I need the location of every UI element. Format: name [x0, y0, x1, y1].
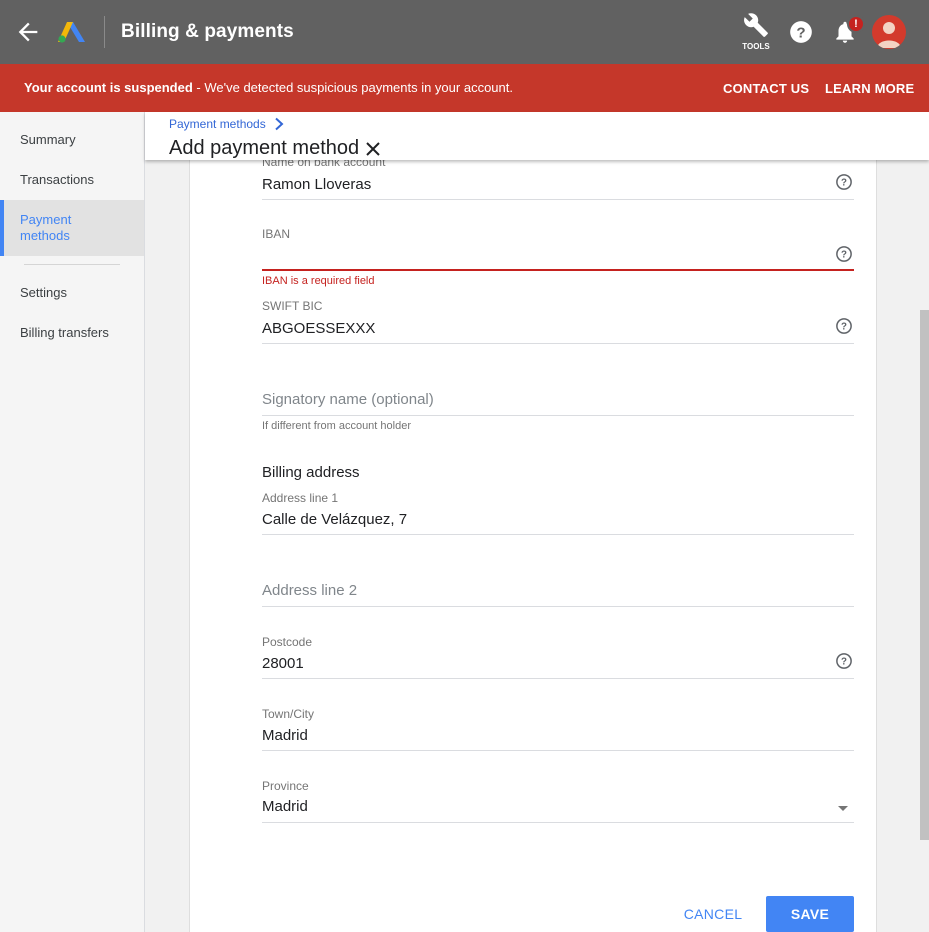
postcode-label: Postcode	[262, 635, 313, 649]
banner-bold-text: Your account is suspended	[24, 80, 193, 95]
billing-address-title: Billing address	[262, 464, 360, 481]
banner-message: Your account is suspended - We've detect…	[24, 80, 513, 95]
save-button[interactable]: SAVE	[766, 896, 854, 932]
wrench-icon	[744, 13, 768, 37]
sidebar: Summary Transactions Payment methods Set…	[0, 112, 145, 932]
divider	[104, 16, 105, 48]
sidebar-item-transactions[interactable]: Transactions	[0, 172, 144, 188]
google-ads-logo	[58, 22, 85, 43]
scrollbar-thumb[interactable]	[920, 310, 929, 840]
svg-text:?: ?	[796, 24, 805, 41]
swift-bic-value: ABGOESSEXXX	[262, 320, 376, 337]
province-label: Province	[262, 779, 309, 793]
town-city-underline	[262, 750, 854, 751]
address-line-1-value: Calle de Velázquez, 7	[262, 511, 408, 528]
signatory-name-placeholder: Signatory name (optional)	[262, 391, 434, 408]
signatory-name-underline	[262, 415, 854, 416]
notification-badge: !	[847, 15, 865, 33]
app-title: Billing & payments	[121, 21, 294, 42]
bank-account-name-value: Ramon Lloveras	[262, 176, 372, 193]
sidebar-item-settings[interactable]: Settings	[0, 285, 144, 301]
tools-label: TOOLS	[742, 42, 770, 51]
svg-text:?: ?	[841, 249, 847, 260]
suspension-banner: Your account is suspended - We've detect…	[0, 64, 929, 112]
postcode-value: 28001	[262, 655, 304, 672]
address-line-1-underline	[262, 534, 854, 535]
province-underline	[262, 822, 854, 823]
contact-us-button[interactable]: CONTACT US	[723, 81, 809, 96]
user-avatar-icon	[877, 22, 901, 48]
banner-text: - We've detected suspicious payments in …	[192, 80, 513, 95]
swift-bic-underline	[262, 343, 854, 344]
bank-account-name-underline	[262, 199, 854, 200]
sidebar-item-payment-methods[interactable]: Payment methods	[0, 200, 144, 256]
iban-error-message: IBAN is a required field	[262, 275, 375, 287]
help-circle-icon[interactable]: ?	[835, 245, 853, 263]
iban-label: IBAN	[262, 227, 291, 241]
top-app-bar: Billing & payments TOOLS ? !	[0, 0, 929, 64]
address-line-1-label: Address line 1	[262, 491, 339, 505]
help-circle-icon[interactable]: ?	[835, 317, 853, 335]
help-circle-icon[interactable]: ?	[835, 173, 853, 191]
town-city-value: Madrid	[262, 727, 308, 744]
postcode-underline	[262, 678, 854, 679]
sidebar-divider	[24, 264, 120, 265]
dropdown-arrow-icon[interactable]	[838, 806, 848, 811]
sidebar-item-billing-transfers[interactable]: Billing transfers	[0, 325, 144, 341]
province-value: Madrid	[262, 798, 308, 815]
iban-underline-error	[262, 269, 854, 271]
help-icon[interactable]: ?	[788, 19, 814, 45]
page-header: Payment methods Add payment method	[145, 112, 929, 160]
close-icon[interactable]	[364, 140, 382, 158]
town-city-label: Town/City	[262, 707, 315, 721]
page-title: Add payment method	[169, 137, 360, 159]
svg-text:?: ?	[841, 656, 847, 667]
chevron-right-icon	[275, 117, 284, 131]
address-line-2-placeholder: Address line 2	[262, 582, 358, 599]
help-circle-icon[interactable]: ?	[835, 652, 853, 670]
arrow-back-icon[interactable]	[14, 18, 42, 46]
address-line-2-underline	[262, 606, 854, 607]
signatory-name-hint: If different from account holder	[262, 420, 411, 432]
tools-button[interactable]: TOOLS	[740, 12, 772, 52]
sidebar-item-summary[interactable]: Summary	[0, 132, 144, 148]
breadcrumb[interactable]: Payment methods	[169, 117, 266, 131]
swift-bic-label: SWIFT BIC	[262, 299, 323, 313]
svg-text:?: ?	[841, 321, 847, 332]
svg-text:?: ?	[841, 177, 847, 188]
form-card: Name on bank account Ramon Lloveras ? IB…	[189, 150, 877, 932]
learn-more-button[interactable]: LEARN MORE	[825, 81, 914, 96]
avatar[interactable]	[872, 15, 906, 49]
cancel-button[interactable]: CANCEL	[678, 896, 748, 932]
